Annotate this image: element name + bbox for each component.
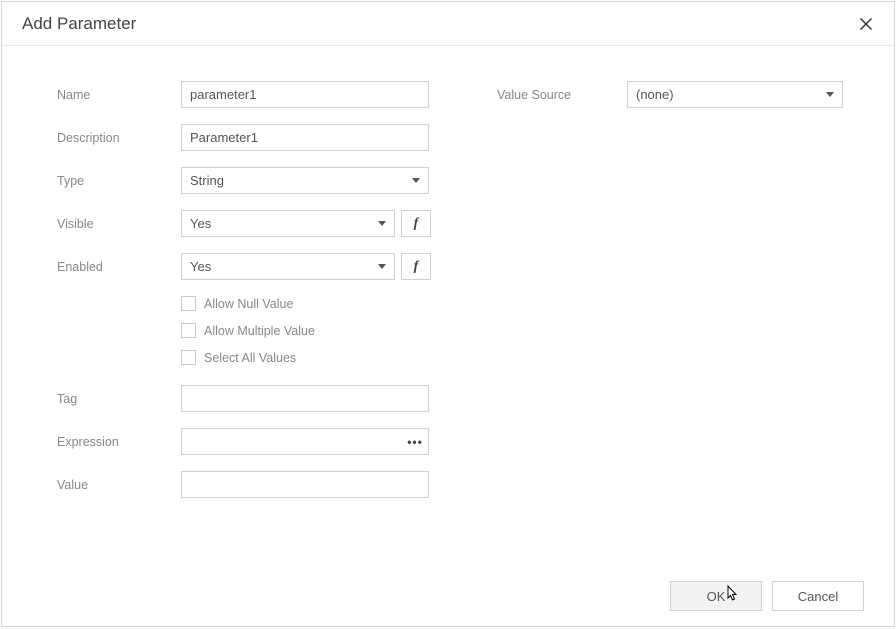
visible-select[interactable]: Yes: [181, 210, 395, 237]
dialog-title: Add Parameter: [22, 14, 852, 34]
expression-input[interactable]: •••: [181, 428, 429, 455]
description-input[interactable]: [181, 124, 429, 151]
allow-null-row: Allow Null Value: [181, 296, 437, 311]
type-label: Type: [57, 174, 181, 188]
select-all-label: Select All Values: [204, 351, 296, 365]
fx-icon: f: [414, 216, 419, 232]
allow-multiple-row: Allow Multiple Value: [181, 323, 437, 338]
select-all-checkbox[interactable]: [181, 350, 196, 365]
value-source-label: Value Source: [497, 88, 627, 102]
add-parameter-dialog: Add Parameter Name Description: [1, 1, 895, 627]
tag-label: Tag: [57, 392, 181, 406]
value-label: Value: [57, 478, 181, 492]
enabled-select-value: Yes: [190, 259, 211, 274]
dialog-content: Name Description Type String: [2, 46, 894, 566]
description-label: Description: [57, 131, 181, 145]
caret-down-icon: [378, 264, 386, 269]
value-source-select[interactable]: (none): [627, 81, 843, 108]
close-button[interactable]: [852, 10, 880, 38]
dialog-header: Add Parameter: [2, 2, 894, 46]
right-column: Value Source (none): [497, 81, 864, 514]
name-label: Name: [57, 88, 181, 102]
enabled-label: Enabled: [57, 260, 181, 274]
caret-down-icon: [826, 92, 834, 97]
tag-input[interactable]: [181, 385, 429, 412]
select-all-row: Select All Values: [181, 350, 437, 365]
visible-expression-button[interactable]: f: [401, 210, 431, 237]
dialog-footer: OK Cancel: [2, 566, 894, 626]
expression-label: Expression: [57, 435, 181, 449]
type-select[interactable]: String: [181, 167, 429, 194]
ok-button-label: OK: [707, 589, 726, 604]
ok-button[interactable]: OK: [670, 581, 762, 611]
cancel-button[interactable]: Cancel: [772, 581, 864, 611]
visible-select-value: Yes: [190, 216, 211, 231]
allow-null-label: Allow Null Value: [204, 297, 293, 311]
visible-label: Visible: [57, 217, 181, 231]
allow-multiple-label: Allow Multiple Value: [204, 324, 315, 338]
caret-down-icon: [412, 178, 420, 183]
caret-down-icon: [378, 221, 386, 226]
close-icon: [859, 17, 873, 31]
name-input[interactable]: [181, 81, 429, 108]
allow-null-checkbox[interactable]: [181, 296, 196, 311]
left-column: Name Description Type String: [57, 81, 437, 514]
ellipsis-icon: •••: [402, 435, 428, 449]
value-input[interactable]: [181, 471, 429, 498]
type-select-value: String: [190, 173, 224, 188]
enabled-expression-button[interactable]: f: [401, 253, 431, 280]
cancel-button-label: Cancel: [798, 589, 838, 604]
value-source-value: (none): [636, 87, 674, 102]
enabled-select[interactable]: Yes: [181, 253, 395, 280]
fx-icon: f: [414, 259, 419, 275]
allow-multiple-checkbox[interactable]: [181, 323, 196, 338]
